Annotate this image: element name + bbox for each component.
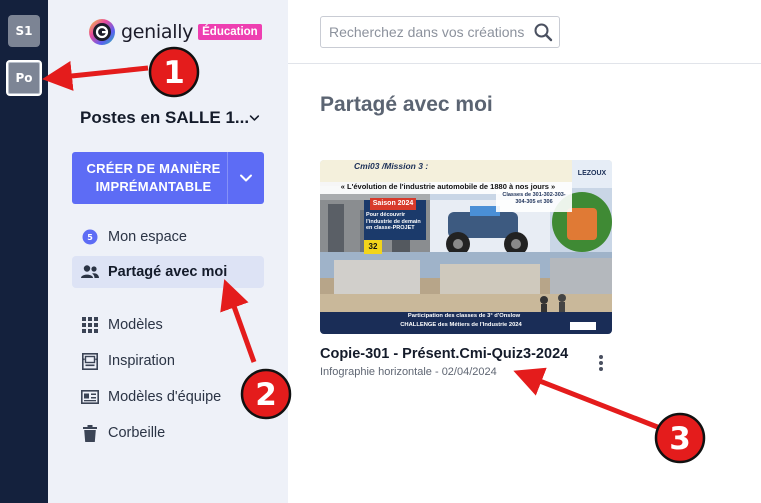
grid-icon (80, 315, 100, 335)
workspace-selector[interactable]: Postes en SALLE 1... (80, 108, 260, 128)
kebab-dot (599, 367, 603, 371)
more-options-icon[interactable] (596, 352, 606, 374)
workspace-po-button[interactable]: Po (6, 60, 42, 96)
thumbnail-saison: Saison 2024 (372, 200, 414, 207)
genially-wordmark: genially (121, 21, 194, 43)
education-badge: Éducation (198, 24, 262, 40)
team-templates-icon (80, 387, 100, 407)
thumbnail-badge-number: 32 (368, 242, 378, 251)
thumbnail-headline: « L'évolution de l'industrie automobile … (340, 182, 556, 191)
search-placeholder: Recherchez dans vos créations (329, 24, 525, 40)
inspiration-icon (80, 351, 100, 371)
people-icon (80, 262, 100, 282)
workspace-rail: S1 Po (0, 0, 48, 503)
trash-icon (80, 423, 100, 443)
create-button-label: CRÉER DE MANIÈRE IMPRÉMANTABLE (72, 160, 227, 196)
space-icon: 5 (80, 227, 100, 247)
nav-label: Mon espace (108, 229, 187, 245)
genially-logo-icon (89, 19, 115, 45)
thumbnail-classes: Classes de 301-302-303-304-305 et 306 (502, 192, 566, 205)
creation-subtitle: Infographie horizontale - 02/04/2024 (320, 366, 497, 378)
creation-thumbnail[interactable]: Cmi03 /Mission 3 : « L'évolution de l'in… (320, 160, 612, 334)
thumbnail-college: LEZOUX (577, 170, 607, 177)
creation-card[interactable]: Cmi03 /Mission 3 : « L'évolution de l'in… (320, 160, 612, 378)
nav-label: Partagé avec moi (108, 264, 228, 280)
svg-text:5: 5 (87, 233, 93, 242)
workspace-title: Postes en SALLE 1... (80, 108, 250, 127)
nav-label: Modèles d'équipe (108, 389, 222, 405)
nav-partage-avec-moi[interactable]: Partagé avec moi (72, 256, 264, 288)
kebab-dot (599, 355, 603, 359)
create-button-line2: IMPRÉMANTABLE (95, 179, 212, 194)
kebab-dot (599, 361, 603, 365)
chevron-down-icon (249, 115, 260, 121)
workspace-s1-button[interactable]: S1 (8, 15, 40, 47)
create-button-line1: CRÉER DE MANIÈRE (86, 161, 221, 176)
thumbnail-footer-line1: Participation des classes de 3° d'Onslow (407, 313, 521, 319)
nav-inspiration[interactable]: Inspiration (72, 345, 264, 377)
main-content: Recherchez dans vos créations Partagé av… (288, 0, 761, 503)
header-divider (288, 63, 761, 64)
sidebar: genially Éducation Postes en SALLE 1... … (48, 0, 288, 503)
chevron-down-icon (240, 174, 252, 182)
nav-label: Inspiration (108, 353, 175, 369)
nav-corbeille[interactable]: Corbeille (72, 417, 264, 449)
nav-modeles[interactable]: Modèles (72, 309, 264, 341)
create-button[interactable]: CRÉER DE MANIÈRE IMPRÉMANTABLE (72, 152, 264, 204)
create-options-button[interactable] (228, 171, 264, 185)
nav-modeles-equipe[interactable]: Modèles d'équipe (72, 381, 264, 413)
nav-mon-espace[interactable]: 5 Mon espace (72, 221, 264, 253)
search-field[interactable]: Recherchez dans vos créations (320, 16, 560, 48)
search-icon[interactable] (533, 22, 553, 42)
thumbnail-mission: Cmi03 /Mission 3 : (354, 161, 429, 171)
thumbnail-discover: Pour découvrir l'industrie de demain en … (366, 212, 421, 231)
nav-label: Modèles (108, 317, 163, 333)
creation-title[interactable]: Copie-301 - Présent.Cmi-Quiz3-2024 (320, 346, 612, 362)
page-title: Partagé avec moi (320, 93, 493, 116)
genially-logo[interactable]: genially Éducation (88, 17, 262, 47)
nav-label: Corbeille (108, 425, 166, 441)
thumbnail-footer-line2: CHALLENGE des Métiers de l'Industrie 202… (400, 322, 522, 328)
